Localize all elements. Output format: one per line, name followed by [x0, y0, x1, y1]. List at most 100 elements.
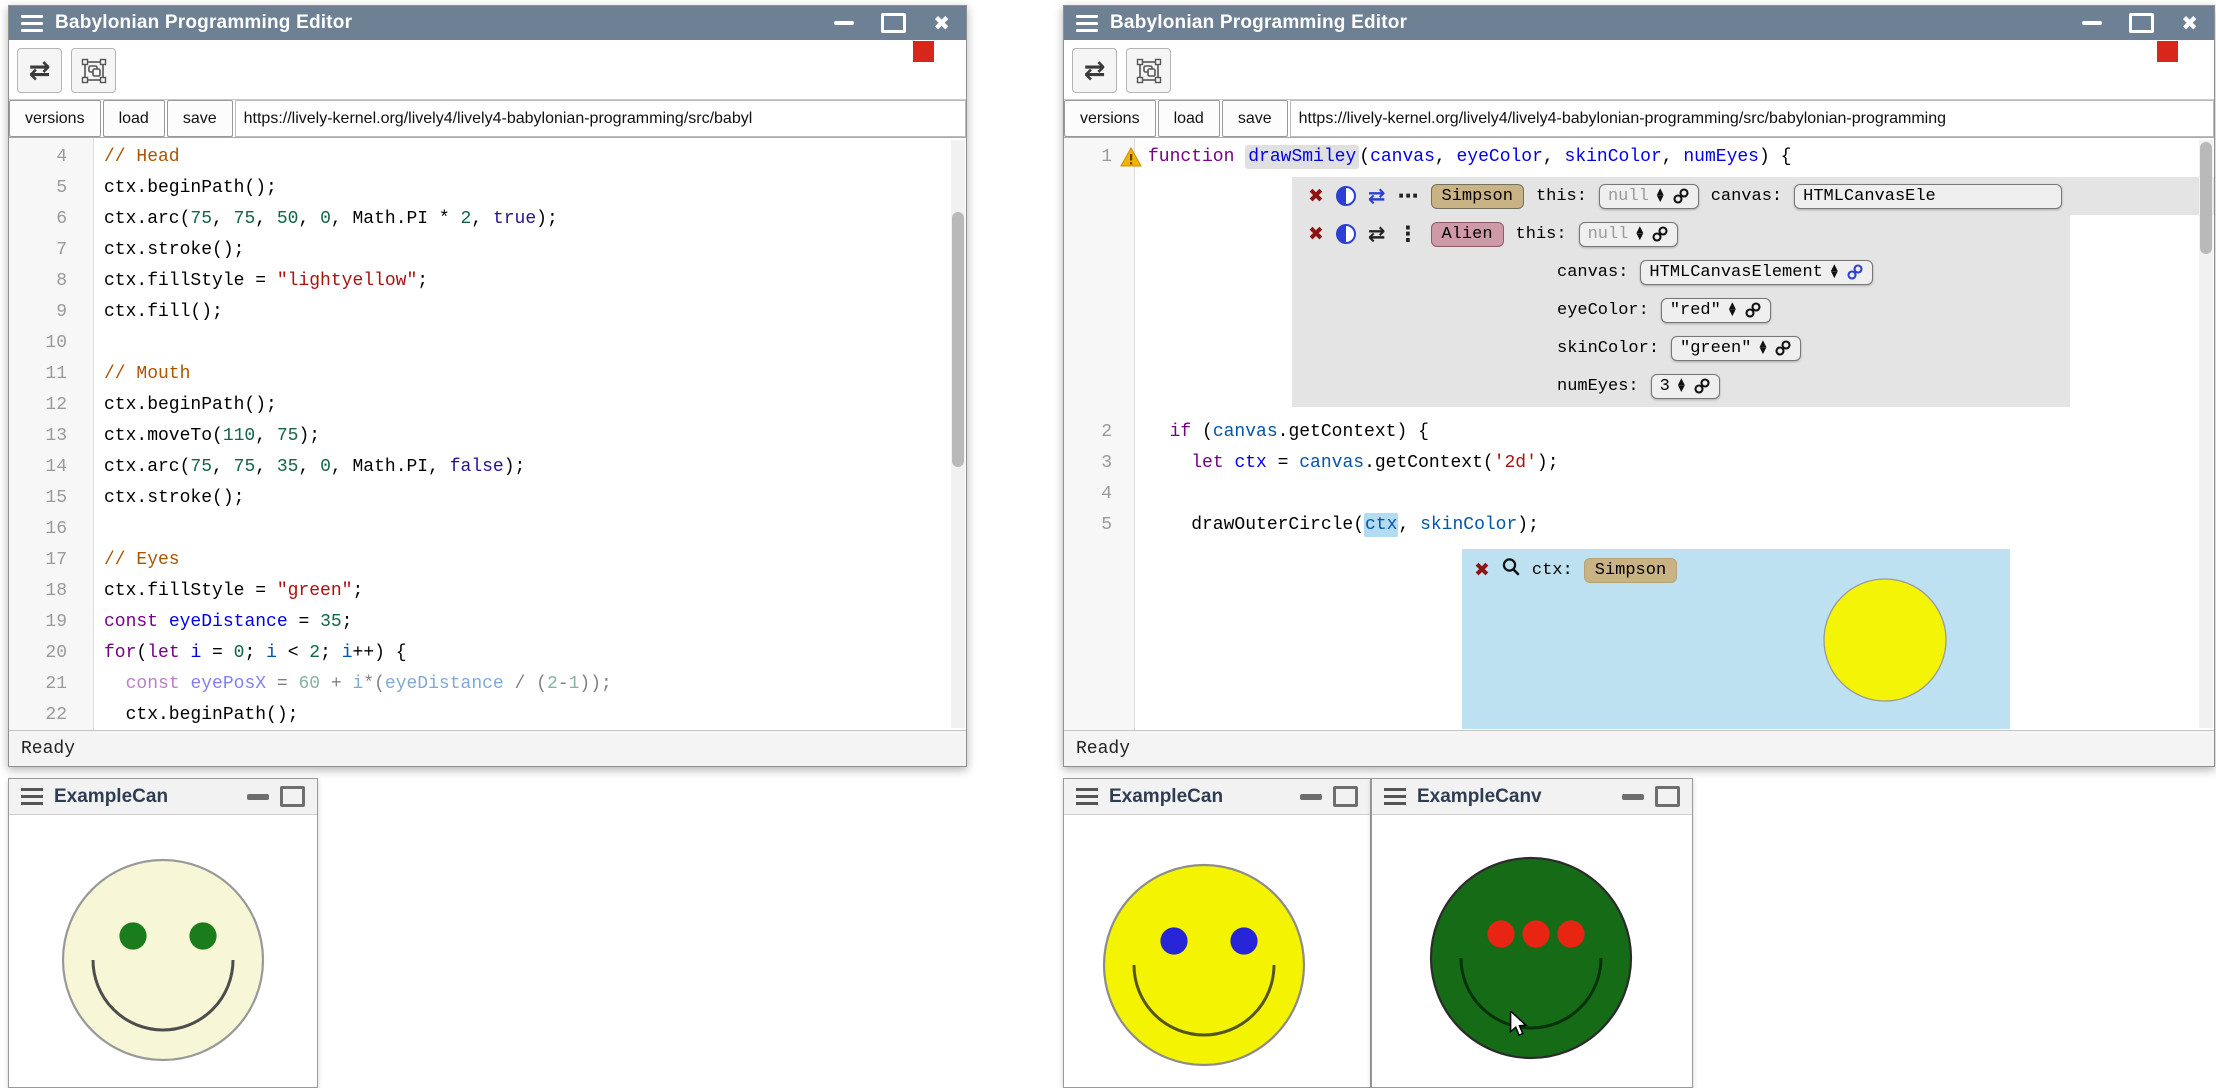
- save-button[interactable]: save: [167, 100, 233, 137]
- example-toggle-switch[interactable]: [1336, 186, 1356, 206]
- hamburger-menu-icon[interactable]: [1384, 788, 1406, 805]
- code-line[interactable]: 14ctx.arc(75, 75, 35, 0, Math.PI, false)…: [9, 452, 966, 483]
- delete-example-icon[interactable]: ✖: [1308, 225, 1324, 244]
- scrollbar-thumb[interactable]: [2200, 142, 2212, 254]
- save-button[interactable]: save: [1222, 100, 1288, 137]
- link-icon[interactable]: [1672, 187, 1690, 205]
- code-line[interactable]: 8ctx.fillStyle = "lightyellow";: [9, 266, 966, 297]
- title-bar[interactable]: ExampleCanv: [1372, 779, 1692, 815]
- link-icon[interactable]: [1846, 263, 1864, 281]
- title-bar[interactable]: ExampleCan: [1064, 779, 1370, 815]
- line-number: 20: [9, 638, 67, 669]
- code-line[interactable]: 15ctx.stroke();: [9, 483, 966, 514]
- value-box-skincolor[interactable]: "green" ▲▼: [1671, 336, 1801, 361]
- minimize-button[interactable]: [1622, 794, 1644, 800]
- code-line[interactable]: 21 const eyePosX = 60 + i*(eyeDistance /…: [9, 669, 966, 700]
- example-badge-alien[interactable]: Alien: [1431, 222, 1504, 247]
- select-tool-button[interactable]: [1126, 48, 1171, 93]
- value-box-canvas[interactable]: HTMLCanvasElement ▲▼: [1640, 260, 1872, 285]
- close-button[interactable]: ✖: [933, 13, 950, 33]
- code-line[interactable]: 18ctx.fillStyle = "green";: [9, 576, 966, 607]
- stepper-icon[interactable]: ▲▼: [1657, 189, 1664, 203]
- code-line[interactable]: 5 drawOuterCircle(ctx, skinColor);: [1064, 510, 2214, 541]
- trace-arrows-icon[interactable]: ⇄: [1368, 186, 1386, 207]
- title-bar[interactable]: Babylonian Programming Editor ✖: [9, 6, 966, 40]
- maximize-button[interactable]: [1655, 786, 1680, 807]
- delete-probe-icon[interactable]: ✖: [1474, 561, 1490, 580]
- value-box-numeyes[interactable]: 3 ▲▼: [1651, 374, 1720, 399]
- hamburger-menu-icon[interactable]: [1076, 788, 1098, 805]
- example-toggle-switch[interactable]: [1336, 224, 1356, 244]
- code-line[interactable]: 10: [9, 328, 966, 359]
- load-button[interactable]: load: [103, 100, 165, 137]
- code-line[interactable]: 1function drawSmiley(canvas, eyeColor, s…: [1064, 142, 2214, 173]
- link-icon[interactable]: [1693, 377, 1711, 395]
- code-line[interactable]: 6ctx.arc(75, 75, 50, 0, Math.PI * 2, tru…: [9, 204, 966, 235]
- code-line[interactable]: 20for(let i = 0; i < 2; i++) {: [9, 638, 966, 669]
- close-button[interactable]: ✖: [2181, 13, 2198, 33]
- versions-button[interactable]: versions: [9, 100, 101, 137]
- canvas-content: [1064, 815, 1370, 1086]
- stepper-icon[interactable]: ▲▼: [1759, 341, 1766, 355]
- title-bar[interactable]: ExampleCan: [9, 779, 317, 815]
- value-box-this[interactable]: null ▲▼: [1599, 184, 1699, 209]
- swap-direction-button[interactable]: ⇄: [17, 48, 62, 93]
- trace-arrows-icon[interactable]: ⇄: [1368, 224, 1386, 245]
- load-button[interactable]: load: [1158, 100, 1220, 137]
- warning-icon[interactable]: [1120, 147, 1142, 167]
- title-bar[interactable]: Babylonian Programming Editor ✖: [1064, 6, 2214, 40]
- scrollbar-thumb[interactable]: [952, 212, 964, 467]
- stepper-icon[interactable]: ▲▼: [1636, 227, 1643, 241]
- code-line[interactable]: 19const eyeDistance = 35;: [9, 607, 966, 638]
- code-line[interactable]: 12ctx.beginPath();: [9, 390, 966, 421]
- select-tool-button[interactable]: [71, 48, 116, 93]
- url-field[interactable]: https://lively-kernel.org/lively4/lively…: [235, 100, 966, 137]
- link-icon[interactable]: [1744, 301, 1762, 319]
- probe-badge-simpson[interactable]: Simpson: [1584, 558, 1677, 583]
- file-toolbar: versions load save https://lively-kernel…: [1064, 100, 2214, 138]
- swap-direction-button[interactable]: ⇄: [1072, 48, 1117, 93]
- code-line[interactable]: 16: [9, 514, 966, 545]
- value-box-canvas[interactable]: HTMLCanvasEle: [1794, 184, 2062, 209]
- maximize-button[interactable]: [280, 786, 305, 807]
- more-options-icon[interactable]: ⋮: [1398, 224, 1419, 245]
- minimize-button[interactable]: [1300, 794, 1322, 800]
- example-badge-simpson[interactable]: Simpson: [1431, 184, 1524, 209]
- magnifier-icon[interactable]: [1501, 557, 1521, 583]
- code-line[interactable]: 9ctx.fill();: [9, 297, 966, 328]
- minimize-button[interactable]: [834, 21, 854, 25]
- hamburger-menu-icon[interactable]: [21, 788, 43, 805]
- code-line[interactable]: 2 if (canvas.getContext) {: [1064, 417, 2214, 448]
- stepper-icon[interactable]: ▲▼: [1729, 303, 1736, 317]
- minimize-button[interactable]: [2082, 21, 2102, 25]
- stepper-icon[interactable]: ▲▼: [1831, 265, 1838, 279]
- code-line[interactable]: 3 let ctx = canvas.getContext('2d');: [1064, 448, 2214, 479]
- code-editor[interactable]: 1function drawSmiley(canvas, eyeColor, s…: [1064, 138, 2214, 730]
- stepper-icon[interactable]: ▲▼: [1678, 379, 1685, 393]
- code-line[interactable]: 4// Head: [9, 142, 966, 173]
- code-line[interactable]: 11// Mouth: [9, 359, 966, 390]
- link-icon[interactable]: [1651, 225, 1669, 243]
- code-line[interactable]: 4: [1064, 479, 2214, 510]
- value-box-this[interactable]: null ▲▼: [1579, 222, 1679, 247]
- maximize-button[interactable]: [2129, 13, 2154, 33]
- minimize-button[interactable]: [247, 794, 269, 800]
- code-editor[interactable]: 4// Head5ctx.beginPath();6ctx.arc(75, 75…: [9, 138, 966, 730]
- versions-button[interactable]: versions: [1064, 100, 1156, 137]
- code-line[interactable]: 17// Eyes: [9, 545, 966, 576]
- delete-example-icon[interactable]: ✖: [1308, 187, 1324, 206]
- hamburger-menu-icon[interactable]: [21, 15, 43, 32]
- code-line[interactable]: 22 ctx.beginPath();: [9, 700, 966, 730]
- link-icon[interactable]: [1774, 339, 1792, 357]
- maximize-button[interactable]: [1333, 786, 1358, 807]
- vertical-scrollbar[interactable]: [951, 140, 965, 728]
- code-line[interactable]: 13ctx.moveTo(110, 75);: [9, 421, 966, 452]
- code-line[interactable]: 7ctx.stroke();: [9, 235, 966, 266]
- more-options-icon[interactable]: ⋯: [1398, 186, 1419, 207]
- maximize-button[interactable]: [881, 13, 906, 33]
- vertical-scrollbar[interactable]: [2199, 140, 2213, 728]
- value-box-eyecolor[interactable]: "red" ▲▼: [1661, 298, 1771, 323]
- hamburger-menu-icon[interactable]: [1076, 15, 1098, 32]
- url-field[interactable]: https://lively-kernel.org/lively4/lively…: [1290, 100, 2214, 137]
- code-line[interactable]: 5ctx.beginPath();: [9, 173, 966, 204]
